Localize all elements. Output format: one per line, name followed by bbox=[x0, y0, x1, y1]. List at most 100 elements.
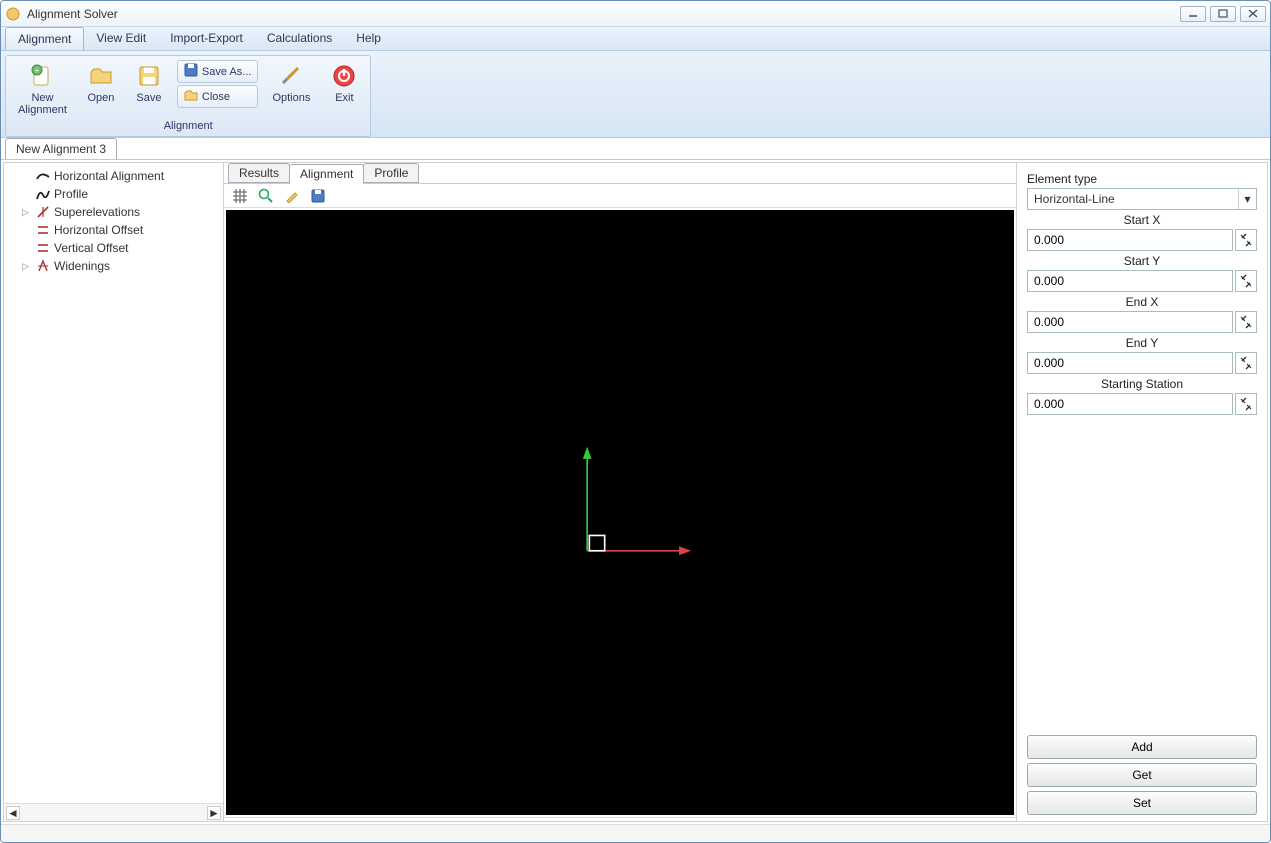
starting-station-input[interactable] bbox=[1027, 393, 1233, 415]
stepper-icon[interactable] bbox=[1235, 393, 1257, 415]
save-label: Save bbox=[136, 92, 161, 104]
tools-icon bbox=[277, 62, 305, 90]
start-x-input[interactable] bbox=[1027, 229, 1233, 251]
tab-profile[interactable]: Profile bbox=[363, 163, 419, 183]
field-label-endy: End Y bbox=[1027, 336, 1257, 350]
viewport[interactable] bbox=[226, 210, 1014, 815]
open-button[interactable]: Open bbox=[81, 60, 121, 106]
titlebar: Alignment Solver bbox=[1, 1, 1270, 27]
app-window: Alignment Solver Alignment View Edit Imp… bbox=[0, 0, 1271, 843]
tree-scrollbar[interactable]: ◄ ► bbox=[4, 803, 223, 821]
tree-item-widenings[interactable]: ▷ Widenings bbox=[4, 257, 223, 275]
h-offset-icon bbox=[36, 223, 50, 237]
stepper-icon[interactable] bbox=[1235, 229, 1257, 251]
folder-open-icon bbox=[87, 62, 115, 90]
menu-view-edit[interactable]: View Edit bbox=[84, 27, 158, 50]
element-type-select[interactable]: Horizontal-Line ▾ bbox=[1027, 188, 1257, 210]
document-tab-active[interactable]: New Alignment 3 bbox=[5, 138, 117, 159]
edit-icon[interactable] bbox=[282, 186, 302, 206]
set-button[interactable]: Set bbox=[1027, 791, 1257, 815]
window-buttons bbox=[1180, 6, 1266, 22]
new-alignment-label: New Alignment bbox=[18, 92, 67, 116]
tree-label: Horizontal Alignment bbox=[54, 169, 164, 183]
expand-icon[interactable]: ▷ bbox=[22, 261, 29, 272]
app-icon bbox=[5, 6, 21, 22]
save-as-button[interactable]: Save As... bbox=[177, 60, 259, 83]
zoom-icon[interactable] bbox=[256, 186, 276, 206]
tree-label: Superelevations bbox=[54, 205, 140, 219]
save-view-icon[interactable] bbox=[308, 186, 328, 206]
chevron-down-icon[interactable]: ▾ bbox=[1238, 189, 1256, 209]
tree-item-vertical-offset[interactable]: Vertical Offset bbox=[4, 239, 223, 257]
tree-label: Horizontal Offset bbox=[54, 223, 143, 237]
menubar: Alignment View Edit Import-Export Calcul… bbox=[1, 27, 1270, 51]
close-file-button[interactable]: Close bbox=[177, 85, 259, 108]
field-label-startx: Start X bbox=[1027, 213, 1257, 227]
get-button[interactable]: Get bbox=[1027, 763, 1257, 787]
close-label: Close bbox=[202, 91, 230, 103]
v-offset-icon bbox=[36, 241, 50, 255]
profile-icon bbox=[36, 187, 50, 201]
folder-icon bbox=[184, 88, 198, 105]
footer-bar bbox=[1, 824, 1270, 842]
stepper-icon[interactable] bbox=[1235, 270, 1257, 292]
properties-panel: Element type Horizontal-Line ▾ Start X S… bbox=[1017, 163, 1267, 821]
close-button[interactable] bbox=[1240, 6, 1266, 22]
tree-label: Vertical Offset bbox=[54, 241, 128, 255]
widening-icon bbox=[36, 259, 50, 273]
options-label: Options bbox=[272, 92, 310, 104]
ribbon: + New Alignment Open Save Save As... bbox=[1, 51, 1270, 138]
stepper-icon[interactable] bbox=[1235, 311, 1257, 333]
field-label-endx: End X bbox=[1027, 295, 1257, 309]
window-title: Alignment Solver bbox=[27, 7, 1180, 21]
minimize-button[interactable] bbox=[1180, 6, 1206, 22]
stepper-icon[interactable] bbox=[1235, 352, 1257, 374]
save-as-label: Save As... bbox=[202, 66, 252, 78]
options-button[interactable]: Options bbox=[266, 60, 316, 106]
menu-calculations[interactable]: Calculations bbox=[255, 27, 344, 50]
field-label-starty: Start Y bbox=[1027, 254, 1257, 268]
tree-label: Widenings bbox=[54, 259, 110, 273]
ribbon-group-title: Alignment bbox=[164, 118, 213, 134]
save-button[interactable]: Save bbox=[129, 60, 169, 106]
end-y-input[interactable] bbox=[1027, 352, 1233, 374]
scroll-right-icon[interactable]: ► bbox=[207, 806, 221, 820]
menu-help[interactable]: Help bbox=[344, 27, 393, 50]
menu-alignment[interactable]: Alignment bbox=[5, 27, 84, 50]
tree-body[interactable]: Horizontal Alignment Profile ▷ Superelev… bbox=[4, 163, 223, 803]
new-alignment-button[interactable]: + New Alignment bbox=[12, 60, 73, 118]
tree-item-superelevations[interactable]: ▷ Superelevations bbox=[4, 203, 223, 221]
main-area: Horizontal Alignment Profile ▷ Superelev… bbox=[3, 162, 1268, 822]
tab-alignment[interactable]: Alignment bbox=[289, 164, 364, 184]
end-x-input[interactable] bbox=[1027, 311, 1233, 333]
disk-icon bbox=[184, 63, 198, 80]
maximize-button[interactable] bbox=[1210, 6, 1236, 22]
exit-button[interactable]: Exit bbox=[324, 60, 364, 106]
document-tabs: New Alignment 3 bbox=[1, 138, 1270, 160]
viewport-toolbar bbox=[224, 184, 1016, 208]
center-panel: Results Alignment Profile bbox=[224, 163, 1017, 821]
field-label-station: Starting Station bbox=[1027, 377, 1257, 391]
tree-panel: Horizontal Alignment Profile ▷ Superelev… bbox=[4, 163, 224, 821]
ribbon-group-alignment: + New Alignment Open Save Save As... bbox=[5, 55, 371, 137]
svg-text:+: + bbox=[35, 66, 40, 75]
expand-icon[interactable]: ▷ bbox=[22, 207, 29, 218]
tree-item-horizontal-offset[interactable]: Horizontal Offset bbox=[4, 221, 223, 239]
super-icon bbox=[36, 205, 50, 219]
element-type-label: Element type bbox=[1027, 172, 1257, 186]
tree-label: Profile bbox=[54, 187, 88, 201]
menu-import-export[interactable]: Import-Export bbox=[158, 27, 255, 50]
new-file-icon: + bbox=[28, 62, 56, 90]
tree-item-profile[interactable]: Profile bbox=[4, 185, 223, 203]
tree-item-horizontal-alignment[interactable]: Horizontal Alignment bbox=[4, 167, 223, 185]
open-label: Open bbox=[87, 92, 114, 104]
add-button[interactable]: Add bbox=[1027, 735, 1257, 759]
save-icon bbox=[135, 62, 163, 90]
power-icon bbox=[330, 62, 358, 90]
tab-results[interactable]: Results bbox=[228, 163, 290, 183]
start-y-input[interactable] bbox=[1027, 270, 1233, 292]
center-tabs: Results Alignment Profile bbox=[224, 163, 1016, 184]
cursor-coords: 423.26, -1222.44, bbox=[230, 820, 324, 822]
scroll-left-icon[interactable]: ◄ bbox=[6, 806, 20, 820]
grid-icon[interactable] bbox=[230, 186, 250, 206]
